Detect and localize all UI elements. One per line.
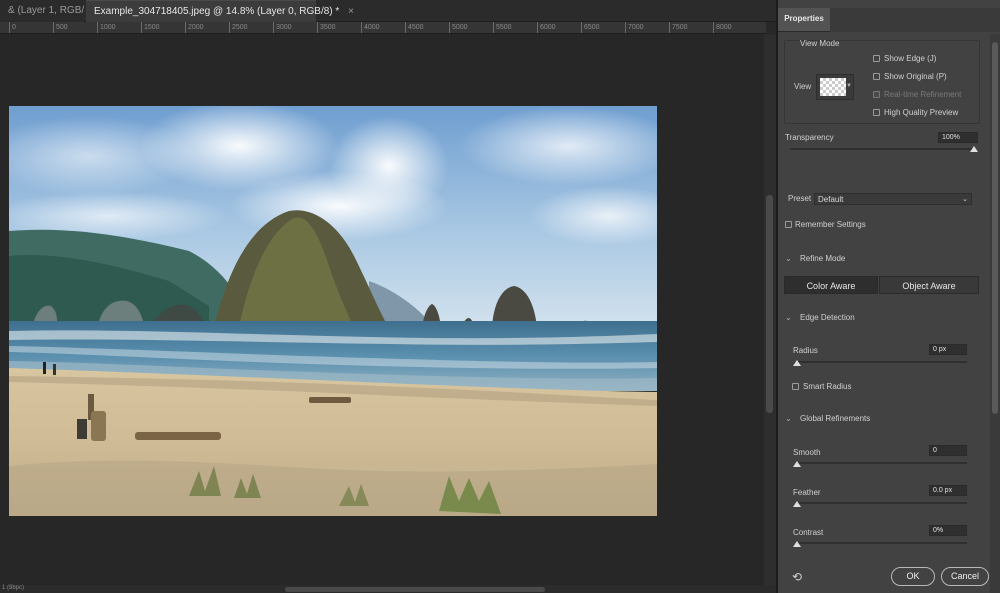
transparency-slider-knob[interactable] [970, 146, 978, 152]
realtime-refinement-label: Real-time Refinement [884, 90, 962, 99]
color-aware-button[interactable]: Color Aware [784, 276, 878, 294]
checkerboard-icon [820, 78, 846, 96]
contrast-input[interactable]: 0% [929, 525, 967, 536]
feather-slider[interactable] [796, 502, 967, 504]
view-mode-heading: View Mode [800, 39, 840, 48]
ruler-tick: 500 [53, 22, 68, 33]
high-quality-preview-label: High Quality Preview [884, 108, 959, 117]
radius-slider[interactable] [796, 361, 967, 363]
ruler-tick: 4500 [405, 22, 424, 33]
smooth-label: Smooth [793, 448, 821, 457]
status-text: 1 (8bpc) [2, 585, 25, 591]
ruler-tick: 3000 [273, 22, 292, 33]
smart-radius-label: Smart Radius [803, 382, 852, 391]
ruler-tick: 3500 [317, 22, 336, 33]
tab-label: & (Layer 1, RGB/8) [8, 5, 84, 16]
chevron-down-icon[interactable]: ⌄ [785, 313, 792, 322]
document-image[interactable] [9, 106, 657, 516]
ruler-tick: 8000 [713, 22, 732, 33]
preset-dropdown[interactable]: Default ⌄ [814, 193, 972, 205]
ruler-tick: 5000 [449, 22, 468, 33]
radius-slider-knob[interactable] [793, 360, 801, 366]
tab-label: Example_304718405.jpeg @ 14.8% (Layer 0,… [94, 6, 340, 17]
preset-label: Preset [788, 194, 812, 203]
ok-button[interactable]: OK [891, 567, 935, 586]
transparency-input[interactable]: 100% [938, 132, 978, 143]
ruler-tick: 6500 [581, 22, 600, 33]
preset-value: Default [818, 195, 844, 204]
view-mode-dropdown[interactable]: ▼ [816, 74, 854, 100]
transparency-slider[interactable] [790, 148, 976, 150]
beach-photo [9, 106, 657, 516]
tab-layer1-document[interactable]: & (Layer 1, RGB/8) × [0, 0, 84, 22]
properties-panel: Properties View Mode View ▼ Show Edge (J… [778, 0, 1000, 593]
ruler-tick: 2000 [185, 22, 204, 33]
high-quality-preview-checkbox[interactable] [873, 109, 880, 116]
smooth-slider[interactable] [796, 462, 967, 464]
radius-label: Radius [793, 346, 818, 355]
ruler-tick: 2500 [229, 22, 248, 33]
show-original-checkbox[interactable] [873, 73, 880, 80]
feather-label: Feather [793, 488, 821, 497]
transparency-label: Transparency [785, 133, 834, 142]
feather-input[interactable]: 0.0 px [929, 485, 967, 496]
feather-slider-knob[interactable] [793, 501, 801, 507]
global-refinements-heading: Global Refinements [800, 414, 871, 423]
chevron-down-icon[interactable]: ⌄ [785, 254, 792, 263]
radius-input[interactable]: 0 px [929, 344, 967, 355]
scrollbar-thumb[interactable] [992, 42, 998, 414]
chevron-down-icon: ⌄ [962, 196, 968, 203]
contrast-slider-knob[interactable] [793, 541, 801, 547]
canvas-horizontal-scrollbar[interactable] [285, 587, 545, 592]
panel-scrollbar[interactable] [990, 34, 1000, 593]
horizontal-ruler: 0 500 1000 1500 2000 2500 3000 3500 4000… [0, 22, 766, 34]
smooth-slider-knob[interactable] [793, 461, 801, 467]
chevron-down-icon[interactable]: ⌄ [785, 414, 792, 423]
document-tab-bar: & (Layer 1, RGB/8) × Example_304718405.j… [0, 0, 776, 22]
ruler-tick: 7500 [669, 22, 688, 33]
show-original-label: Show Original (P) [884, 72, 947, 81]
refine-mode-heading: Refine Mode [800, 254, 846, 263]
realtime-refinement-checkbox [873, 91, 880, 98]
contrast-label: Contrast [793, 528, 824, 537]
contrast-slider[interactable] [796, 542, 967, 544]
edge-detection-heading: Edge Detection [800, 313, 855, 322]
ruler-tick: 6000 [537, 22, 556, 33]
tab-active-document[interactable]: Example_304718405.jpeg @ 14.8% (Layer 0,… [86, 0, 354, 22]
canvas-vertical-scrollbar[interactable] [764, 35, 776, 585]
remember-settings-label: Remember Settings [795, 220, 866, 229]
ruler-tick: 7000 [625, 22, 644, 33]
cancel-button[interactable]: Cancel [941, 567, 989, 586]
smooth-input[interactable]: 0 [929, 445, 967, 456]
ruler-tick: 5500 [493, 22, 512, 33]
ruler-tick: 1000 [97, 22, 116, 33]
view-label: View [794, 82, 812, 91]
scrollbar-thumb[interactable] [766, 195, 773, 413]
object-aware-button[interactable]: Object Aware [879, 276, 979, 294]
ruler-tick: 4000 [361, 22, 380, 33]
show-edge-label: Show Edge (J) [884, 54, 937, 63]
reset-icon[interactable]: ⟲ [792, 570, 802, 584]
ruler-tick: 0 [9, 22, 16, 33]
remember-settings-checkbox[interactable] [785, 221, 792, 228]
tab-properties[interactable]: Properties [778, 8, 830, 32]
close-icon[interactable]: × [348, 6, 354, 17]
chevron-down-icon: ▼ [846, 83, 852, 89]
smart-radius-checkbox[interactable] [792, 383, 799, 390]
ruler-tick: 1500 [141, 22, 160, 33]
show-edge-checkbox[interactable] [873, 55, 880, 62]
